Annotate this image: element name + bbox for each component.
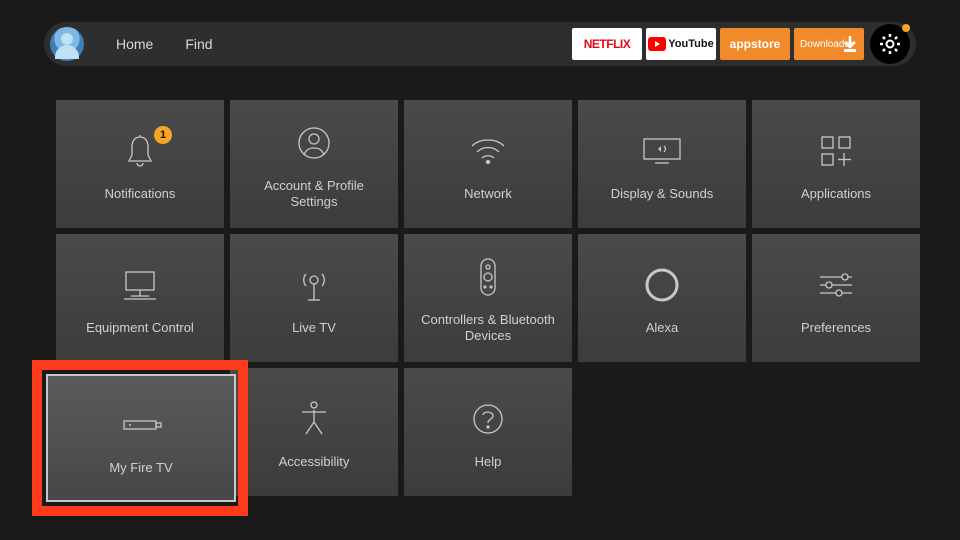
- person-icon: [297, 126, 331, 160]
- tile-network[interactable]: Network: [404, 100, 572, 228]
- profile-avatar[interactable]: [50, 27, 84, 61]
- remote-icon: [479, 257, 497, 297]
- tile-accessibility[interactable]: Accessibility: [230, 368, 398, 496]
- bell-icon: [124, 133, 156, 169]
- settings-button[interactable]: [870, 24, 910, 64]
- tile-label: Alexa: [646, 320, 679, 336]
- help-icon: [471, 402, 505, 436]
- nav-home[interactable]: Home: [116, 36, 153, 52]
- apps-icon: [819, 134, 853, 168]
- tile-label: Controllers & Bluetooth Devices: [418, 312, 558, 345]
- wifi-icon: [468, 136, 508, 166]
- tile-label: Preferences: [801, 320, 871, 336]
- top-nav-bar: Home Find NETFLIX YouTube appstore Downl…: [44, 22, 916, 66]
- firetv-stick-icon: [118, 417, 164, 433]
- tile-label: Accessibility: [279, 454, 350, 470]
- tile-account[interactable]: Account & Profile Settings: [230, 100, 398, 228]
- download-arrow-icon: [842, 34, 858, 54]
- notification-badge: 1: [154, 126, 172, 144]
- tile-label: Applications: [801, 186, 871, 202]
- tile-equipment[interactable]: Equipment Control: [56, 234, 224, 362]
- tile-label: Help: [475, 454, 502, 470]
- tile-preferences[interactable]: Preferences: [752, 234, 920, 362]
- tile-controllers[interactable]: Controllers & Bluetooth Devices: [404, 234, 572, 362]
- app-youtube[interactable]: YouTube: [646, 28, 716, 60]
- tile-label: Live TV: [292, 320, 336, 336]
- tile-livetv[interactable]: Live TV: [230, 234, 398, 362]
- tile-label: Equipment Control: [86, 320, 194, 336]
- tile-display[interactable]: Display & Sounds: [578, 100, 746, 228]
- tile-notifications[interactable]: 1 Notifications: [56, 100, 224, 228]
- app-netflix[interactable]: NETFLIX: [572, 28, 642, 60]
- app-appstore[interactable]: appstore: [720, 28, 790, 60]
- tile-label: Display & Sounds: [611, 186, 714, 202]
- nav-find[interactable]: Find: [185, 36, 212, 52]
- notification-dot-icon: [902, 24, 910, 32]
- accessibility-icon: [298, 400, 330, 438]
- antenna-icon: [298, 266, 330, 304]
- tile-myfiretv[interactable]: My Fire TV: [46, 374, 236, 502]
- app-youtube-label: YouTube: [668, 38, 713, 50]
- tile-label: My Fire TV: [109, 460, 172, 476]
- tile-label: Notifications: [105, 186, 176, 202]
- tile-label: Network: [464, 186, 512, 202]
- alexa-icon: [644, 267, 680, 303]
- tile-applications[interactable]: Applications: [752, 100, 920, 228]
- app-downloader[interactable]: Downloader: [794, 28, 864, 60]
- tile-label: Account & Profile Settings: [244, 178, 384, 211]
- tile-help[interactable]: Help: [404, 368, 572, 496]
- tile-alexa[interactable]: Alexa: [578, 234, 746, 362]
- gear-icon: [878, 32, 902, 56]
- sliders-icon: [817, 271, 855, 299]
- monitor-icon: [121, 268, 159, 302]
- tv-sound-icon: [641, 136, 683, 166]
